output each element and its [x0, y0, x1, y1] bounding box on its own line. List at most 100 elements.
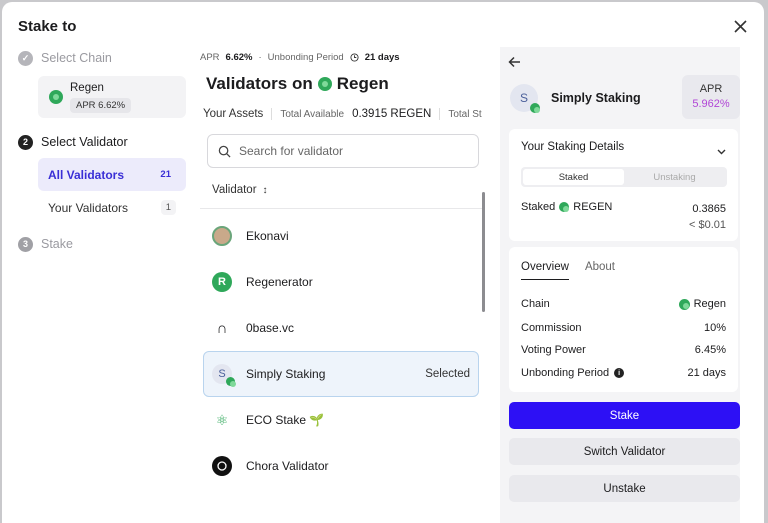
overview-value: 10% [703, 322, 726, 334]
list-scrollbar[interactable] [482, 192, 485, 312]
simply-staking-avatar: S [510, 84, 540, 113]
staked-amount: 0.3865 < $0.01 [689, 201, 726, 233]
overview-card: Overview About Chain Regen Commission 10… [509, 247, 738, 392]
search-box[interactable] [207, 134, 479, 168]
overview-key: Commission [521, 322, 582, 334]
apr-box: APR 5.962% [682, 75, 740, 119]
validator-name: Ekonavi [246, 229, 289, 243]
overview-value: 21 days [687, 367, 726, 379]
staking-details-title: Your Staking Details [521, 141, 625, 153]
ekonavi-icon [212, 226, 232, 246]
filter-count: 21 [160, 169, 171, 180]
unbonding-value: 21 days [364, 51, 400, 63]
overview-value: 6.45% [694, 344, 726, 356]
assets-row: Your Assets Total Available 0.3915 REGEN… [203, 108, 490, 120]
selected-label: Selected [425, 368, 470, 380]
filter-count: 1 [160, 200, 176, 215]
regen-badge-icon [530, 103, 540, 113]
divider [271, 108, 273, 120]
validator-detail-panel: S Simply Staking APR 5.962% Your Staking… [500, 47, 740, 523]
modal-title: Stake to [18, 18, 77, 35]
validator-column-header[interactable]: Validator ↕ [212, 182, 490, 198]
filter-all-validators[interactable]: All Validators 21 [38, 158, 186, 191]
title-chain: Regen [336, 74, 389, 93]
validator-list-panel: APR 6.62% · Unbonding Period 21 days Val… [200, 50, 490, 523]
check-icon: ✓ [18, 50, 33, 66]
info-icon[interactable]: i [614, 368, 625, 378]
chain-apr-badge: APR 6.62% [70, 98, 132, 113]
staked-usd-value: < $0.01 [688, 219, 726, 231]
filter-label: All Validators [48, 167, 125, 182]
avatar-initial: S [519, 91, 528, 105]
search-input[interactable] [239, 144, 459, 158]
staking-details-card: Your Staking Details Staked Unstaking St… [509, 129, 738, 241]
tab-about[interactable]: About [585, 261, 615, 280]
total-staked-label: Total St [448, 108, 482, 120]
tab-overview[interactable]: Overview [521, 261, 569, 280]
validator-name: 0base.vc [246, 321, 295, 335]
column-label: Validator [212, 184, 257, 196]
0base-icon: ∩ [216, 319, 228, 337]
step-number: 3 [18, 236, 33, 252]
separator-dot: · [258, 51, 262, 63]
stepper: ✓ Select Chain Regen APR 6.62% 2 Select … [18, 48, 188, 254]
filter-your-validators[interactable]: Your Validators 1 [38, 191, 186, 224]
detail-tabs: Overview About [521, 261, 615, 280]
search-icon [218, 145, 231, 158]
staking-segment-control: Staked Unstaking [521, 167, 727, 187]
validator-row-eco-stake[interactable]: ⚛ ECO Stake 🌱 [203, 397, 479, 443]
chevron-down-icon[interactable] [717, 142, 726, 160]
switch-validator-button[interactable]: Switch Validator [509, 438, 740, 465]
validator-list: Ekonavi R Regenerator ∩ 0base.vc S Simpl… [203, 213, 490, 489]
overview-value: Regen [693, 298, 726, 310]
unbonding-label: Unbonding Period [267, 51, 344, 63]
sort-icon[interactable]: ↕ [263, 185, 268, 196]
back-arrow-icon[interactable] [508, 55, 522, 69]
chain-meta: APR 6.62% · Unbonding Period 21 days [200, 50, 490, 64]
clock-icon [350, 52, 359, 62]
validator-row-ekonavi[interactable]: Ekonavi [203, 213, 479, 259]
step-select-chain[interactable]: ✓ Select Chain [18, 48, 188, 68]
overview-row-unbonding: Unbonding Period i 21 days [521, 367, 726, 379]
header-divider [200, 208, 482, 209]
page-title: Validators on Regen [206, 74, 490, 94]
validator-name: Chora Validator [246, 459, 329, 473]
selected-chain-card[interactable]: Regen APR 6.62% [38, 76, 186, 118]
chain-name: Regen [70, 82, 104, 94]
validator-row-simply-staking[interactable]: S Simply Staking Selected [203, 351, 479, 397]
overview-key: Unbonding Period [521, 367, 610, 379]
close-icon[interactable] [730, 16, 750, 36]
overview-row-voting-power: Voting Power 6.45% [521, 344, 726, 356]
apr-value: 6.62% [225, 51, 253, 63]
validator-row-0base[interactable]: ∩ 0base.vc [203, 305, 479, 351]
step-number: 2 [18, 134, 33, 150]
available-value: 0.3915 REGEN [352, 108, 432, 120]
filter-label: Your Validators [48, 200, 129, 215]
simply-staking-icon: S [212, 364, 236, 387]
chora-icon [212, 456, 232, 476]
step-select-validator[interactable]: 2 Select Validator [18, 132, 188, 152]
step-label: Select Validator [41, 135, 128, 149]
staked-amount-value: 0.3865 [692, 203, 726, 215]
overview-key: Chain [521, 298, 550, 310]
overview-row-commission: Commission 10% [521, 322, 726, 334]
segment-staked[interactable]: Staked [523, 169, 624, 185]
regen-chain-icon [49, 90, 63, 104]
unstake-button[interactable]: Unstake [509, 475, 740, 502]
validator-row-chora[interactable]: Chora Validator [203, 443, 479, 489]
regen-chain-icon [678, 298, 690, 310]
validator-title: Simply Staking [551, 91, 641, 105]
stake-modal: Stake to ✓ Select Chain Regen APR 6.62% … [2, 2, 764, 523]
validator-row-regenerator[interactable]: R Regenerator [203, 259, 479, 305]
step-stake[interactable]: 3 Stake [18, 234, 188, 254]
step-label: Select Chain [41, 51, 112, 65]
stake-button[interactable]: Stake [509, 402, 740, 429]
staked-token: REGEN [573, 201, 613, 213]
divider [439, 108, 441, 120]
eco-stake-icon: ⚛ [215, 411, 229, 428]
apr-label: APR [699, 83, 723, 95]
segment-unstaking[interactable]: Unstaking [624, 169, 725, 185]
overview-key: Voting Power [521, 344, 586, 356]
regenerator-icon: R [212, 272, 232, 292]
validator-name: ECO Stake 🌱 [246, 413, 325, 427]
